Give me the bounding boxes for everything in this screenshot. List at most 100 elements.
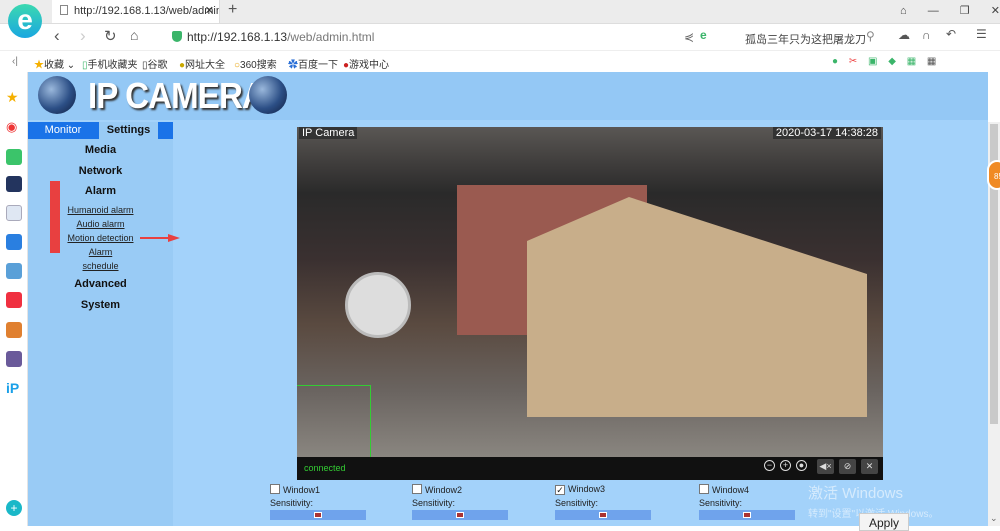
video-frame bbox=[297, 127, 883, 457]
window-label: Window1 bbox=[283, 485, 321, 495]
menu-advanced[interactable]: Advanced bbox=[28, 278, 173, 290]
tab-settings[interactable]: Settings bbox=[99, 122, 158, 139]
motion-window-4: Window4 Sensitivity: bbox=[699, 484, 795, 520]
bookmark-games[interactable]: ●游戏中心 bbox=[343, 56, 389, 71]
page-icon bbox=[60, 5, 68, 15]
window-controls: ⌂ — ❐ ✕ bbox=[900, 4, 1000, 17]
game-icon-1[interactable] bbox=[6, 263, 22, 279]
bookmark-sites[interactable]: ●网址大全 bbox=[179, 56, 225, 71]
maximize-icon[interactable]: ❐ bbox=[960, 5, 970, 17]
game-icon-3[interactable] bbox=[6, 351, 22, 367]
zoom-out-icon[interactable]: − bbox=[764, 460, 775, 471]
slider-knob[interactable] bbox=[314, 512, 322, 518]
slider-knob[interactable] bbox=[599, 512, 607, 518]
new-tab-button[interactable]: + bbox=[228, 1, 237, 19]
window-label: Window4 bbox=[712, 485, 750, 495]
search-icon[interactable]: ⚲ bbox=[866, 29, 875, 43]
record-icon[interactable]: ● bbox=[796, 460, 807, 471]
apply-button[interactable]: Apply bbox=[859, 513, 909, 531]
menu-network[interactable]: Network bbox=[28, 165, 173, 177]
menu-alarm[interactable]: Alarm bbox=[28, 185, 173, 197]
mic-off-icon[interactable]: ⊘ bbox=[839, 459, 856, 474]
window-checkbox[interactable]: ✓ bbox=[555, 485, 565, 495]
menu-icon[interactable]: ☰ bbox=[976, 27, 987, 41]
sensitivity-slider[interactable] bbox=[555, 510, 651, 520]
sensitivity-label: Sensitivity: bbox=[699, 498, 743, 508]
bookmark-360[interactable]: ○360搜索 bbox=[234, 56, 277, 71]
share-icon[interactable]: ⋞ bbox=[684, 30, 694, 44]
browser-logo: e bbox=[8, 4, 42, 38]
window-checkbox[interactable] bbox=[412, 484, 422, 494]
weibo-icon[interactable]: ◉ bbox=[6, 119, 22, 135]
bookmark-google[interactable]: ▯谷歌 bbox=[142, 56, 168, 71]
slider-knob[interactable] bbox=[743, 512, 751, 518]
slider-knob[interactable] bbox=[456, 512, 464, 518]
secure-shield-icon bbox=[172, 31, 182, 42]
link-alarm[interactable]: Alarm bbox=[28, 247, 173, 257]
window-checkbox[interactable] bbox=[270, 484, 280, 494]
fan bbox=[345, 272, 411, 338]
tab-monitor[interactable]: Monitor bbox=[28, 122, 98, 139]
sensitivity-label: Sensitivity: bbox=[270, 498, 314, 508]
bookmark-mobile[interactable]: ▯手机收藏夹 bbox=[82, 56, 138, 71]
sensitivity-label: Sensitivity: bbox=[555, 498, 599, 508]
menu-system[interactable]: System bbox=[28, 299, 173, 311]
mail-icon[interactable] bbox=[6, 149, 22, 165]
settings-menu: Monitor Settings Media Network Alarm Hum… bbox=[28, 122, 173, 526]
headphones-icon[interactable]: ∩ bbox=[922, 28, 931, 42]
globe-left-icon bbox=[38, 76, 76, 114]
undo-icon[interactable]: ↶ bbox=[946, 27, 956, 41]
add-app-icon[interactable]: + bbox=[6, 500, 22, 516]
cloud-icon[interactable]: ☁ bbox=[898, 28, 910, 42]
bookmark-baidu[interactable]: ✿百度一下 bbox=[288, 56, 338, 71]
settings-tools-icon[interactable]: ✕ bbox=[861, 459, 878, 474]
video-controls: connected − + ● ◀× ⊘ ✕ bbox=[297, 457, 883, 480]
chat-icon[interactable] bbox=[6, 234, 22, 250]
sensitivity-label: Sensitivity: bbox=[412, 498, 456, 508]
refresh-icon[interactable]: ↻ bbox=[104, 27, 117, 45]
sensitivity-slider[interactable] bbox=[270, 510, 366, 520]
forward-icon[interactable]: › bbox=[80, 26, 86, 46]
window-label: Window2 bbox=[425, 485, 463, 495]
browser-tab[interactable]: http://192.168.1.13/web/admin ✕ bbox=[52, 0, 220, 23]
motion-window-3: ✓ Window3 Sensitivity: bbox=[555, 484, 651, 520]
video-app-icon[interactable] bbox=[6, 292, 22, 308]
extension-icons[interactable]: ● ✂ ▣ ◆ ▦ ▦ bbox=[832, 56, 936, 67]
link-audio-alarm[interactable]: Audio alarm bbox=[28, 219, 173, 229]
globe-right-icon bbox=[249, 76, 287, 114]
video-player[interactable]: IP Camera 2020-03-17 14:38:28 connected … bbox=[297, 127, 883, 480]
floating-badge[interactable]: 85 bbox=[987, 160, 1000, 190]
favorites-star-icon[interactable]: ★ bbox=[6, 89, 22, 105]
game-icon-2[interactable] bbox=[6, 322, 22, 338]
engine-icon[interactable]: e bbox=[700, 28, 707, 42]
address-bar[interactable]: http://192.168.1.13/web/admin.html bbox=[172, 30, 374, 44]
close-icon[interactable]: ✕ bbox=[991, 5, 1000, 17]
window-checkbox[interactable] bbox=[699, 484, 709, 494]
back-icon[interactable]: ‹ bbox=[54, 26, 60, 46]
link-humanoid-alarm[interactable]: Humanoid alarm bbox=[28, 205, 173, 215]
motion-window-1: Window1 Sensitivity: bbox=[270, 484, 366, 520]
sensitivity-slider[interactable] bbox=[412, 510, 508, 520]
navigation-bar: ‹ › ↻ ⌂ http://192.168.1.13/web/admin.ht… bbox=[0, 23, 1000, 50]
zoom-in-icon[interactable]: + bbox=[780, 460, 791, 471]
doc-icon[interactable] bbox=[6, 205, 22, 221]
collapse-icon[interactable]: ‹| bbox=[12, 56, 18, 67]
home-icon[interactable]: ⌂ bbox=[130, 27, 138, 43]
video-title-overlay: IP Camera bbox=[299, 127, 358, 139]
ip-app-icon[interactable]: iP bbox=[6, 380, 22, 396]
tab-close-icon[interactable]: ✕ bbox=[205, 4, 214, 17]
mute-icon[interactable]: ◀× bbox=[817, 459, 834, 474]
news-icon[interactable] bbox=[6, 176, 22, 192]
minimize-icon[interactable]: — bbox=[928, 5, 939, 17]
search-box[interactable]: 孤岛三年只为这把屠龙刀 bbox=[745, 31, 866, 47]
menu-media[interactable]: Media bbox=[28, 144, 173, 156]
sensitivity-slider[interactable] bbox=[699, 510, 795, 520]
link-schedule[interactable]: schedule bbox=[28, 261, 173, 271]
bookmark-favorites[interactable]: ★收藏 ⌄ bbox=[34, 56, 75, 71]
skin-icon[interactable]: ⌂ bbox=[900, 5, 907, 17]
boxes bbox=[527, 197, 867, 417]
camera-admin-page: IP CAMERA Monitor Settings Media Network… bbox=[28, 72, 988, 531]
video-timestamp: 2020-03-17 14:38:28 bbox=[772, 127, 881, 139]
browser-tab-bar: e http://192.168.1.13/web/admin ✕ + ⌂ — ❐… bbox=[0, 0, 1000, 38]
annotation-arrow bbox=[140, 234, 180, 242]
